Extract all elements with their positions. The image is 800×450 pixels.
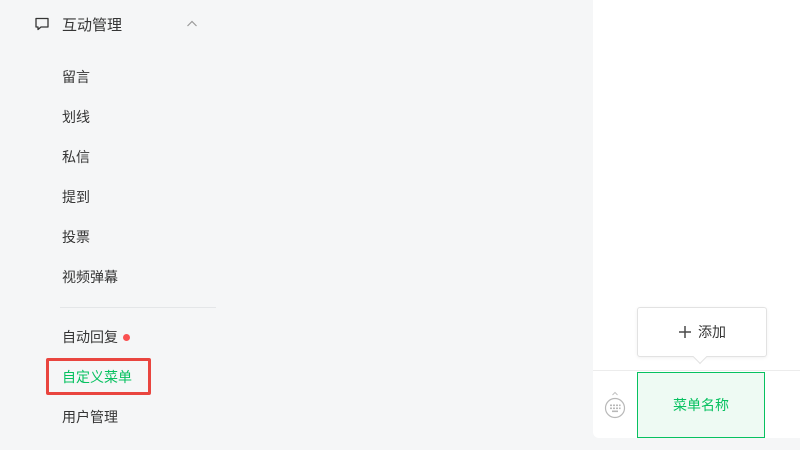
- divider: [60, 307, 216, 308]
- menu-preview-panel: 菜单名称: [593, 0, 800, 438]
- group-title: 互动管理: [62, 16, 123, 34]
- sidebar: 互动管理 留言 划线 私信 提到 投票 视频弹幕 自动回复 自定义菜单 用户管理: [0, 0, 230, 450]
- nav-item-underline[interactable]: 划线: [62, 107, 90, 127]
- nav-item-comments[interactable]: 留言: [62, 67, 90, 87]
- add-label: 添加: [698, 324, 726, 340]
- nav-item-user-management[interactable]: 用户管理: [62, 407, 118, 427]
- chevron-up-icon[interactable]: [186, 18, 198, 30]
- nav-item-auto-reply-label: 自动回复: [62, 329, 118, 345]
- nav-item-custom-menu[interactable]: 自定义菜单: [62, 367, 132, 387]
- add-submenu-button[interactable]: 添加: [637, 307, 767, 357]
- nav-item-video-danmaku[interactable]: 视频弹幕: [62, 267, 118, 287]
- plus-icon: [679, 326, 691, 338]
- menu-name-cell[interactable]: 菜单名称: [637, 372, 765, 438]
- nav-item-private-message[interactable]: 私信: [62, 147, 90, 167]
- menu-bar: 菜单名称: [593, 370, 800, 438]
- interaction-management-group[interactable]: 互动管理: [34, 12, 204, 36]
- notification-dot: [123, 333, 130, 341]
- nav-item-voting[interactable]: 投票: [62, 227, 90, 247]
- keyboard-icon[interactable]: [604, 391, 626, 419]
- chat-icon: [35, 17, 49, 31]
- nav-item-mentions[interactable]: 提到: [62, 187, 90, 207]
- nav-item-auto-reply[interactable]: 自动回复: [62, 327, 130, 347]
